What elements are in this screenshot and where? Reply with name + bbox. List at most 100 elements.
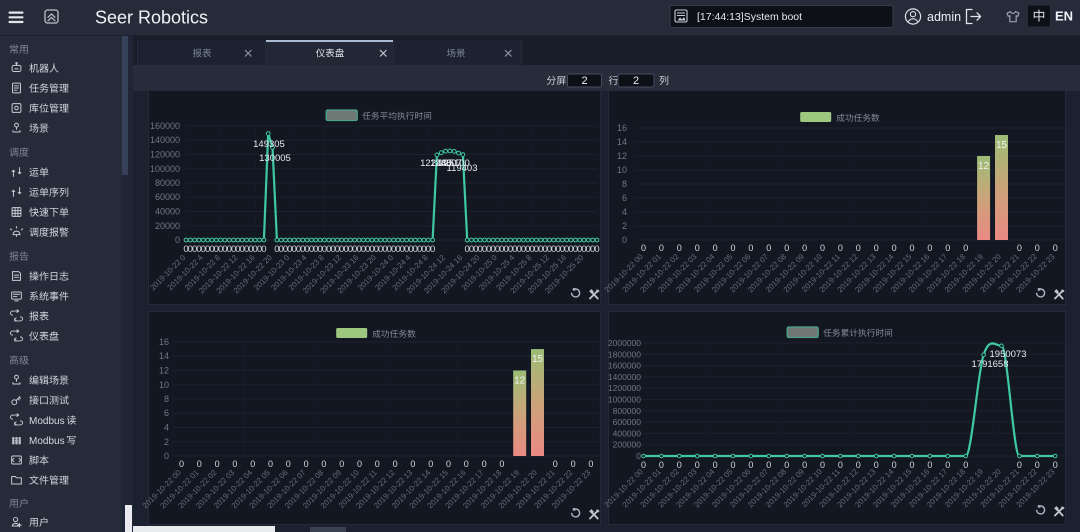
svg-text:0: 0 bbox=[1035, 460, 1040, 470]
svg-text:0: 0 bbox=[321, 459, 326, 469]
svg-text:0: 0 bbox=[802, 460, 807, 470]
svg-text:0: 0 bbox=[856, 460, 861, 470]
svg-text:8: 8 bbox=[164, 394, 169, 404]
svg-text:0: 0 bbox=[215, 459, 220, 469]
svg-text:0: 0 bbox=[856, 243, 861, 253]
svg-text:0: 0 bbox=[695, 243, 700, 253]
svg-text:12: 12 bbox=[617, 151, 627, 161]
svg-text:0: 0 bbox=[339, 459, 344, 469]
svg-text:0: 0 bbox=[571, 459, 576, 469]
svg-text:0: 0 bbox=[874, 460, 879, 470]
svg-text:2: 2 bbox=[581, 75, 587, 87]
svg-text:2000000: 2000000 bbox=[608, 338, 641, 348]
svg-text:Modbus: Modbus bbox=[29, 436, 65, 447]
svg-text:0: 0 bbox=[945, 243, 950, 253]
svg-text:1600000: 1600000 bbox=[608, 361, 641, 371]
svg-text:0: 0 bbox=[748, 460, 753, 470]
svg-text:0: 0 bbox=[730, 243, 735, 253]
svg-text:0: 0 bbox=[1053, 460, 1058, 470]
svg-text:400000: 400000 bbox=[613, 428, 642, 438]
svg-text:130005: 130005 bbox=[259, 153, 291, 164]
svg-text:0: 0 bbox=[357, 459, 362, 469]
svg-text:6: 6 bbox=[164, 408, 169, 418]
svg-text:0: 0 bbox=[820, 460, 825, 470]
svg-text:0: 0 bbox=[464, 459, 469, 469]
svg-text:12: 12 bbox=[514, 376, 526, 387]
svg-text:0: 0 bbox=[594, 244, 599, 255]
svg-text:0: 0 bbox=[802, 243, 807, 253]
svg-text:0: 0 bbox=[677, 460, 682, 470]
svg-text:20000: 20000 bbox=[155, 221, 180, 231]
svg-text:0: 0 bbox=[730, 460, 735, 470]
svg-text:0: 0 bbox=[909, 460, 914, 470]
svg-text:0: 0 bbox=[766, 460, 771, 470]
svg-text:0: 0 bbox=[286, 459, 291, 469]
svg-text:0: 0 bbox=[748, 243, 753, 253]
svg-text:120000: 120000 bbox=[150, 150, 180, 160]
svg-text:0: 0 bbox=[232, 459, 237, 469]
svg-text:16: 16 bbox=[617, 123, 627, 133]
svg-text:admin: admin bbox=[927, 10, 961, 24]
svg-text:0: 0 bbox=[766, 243, 771, 253]
svg-text:12: 12 bbox=[159, 366, 169, 376]
svg-text:0: 0 bbox=[446, 459, 451, 469]
svg-text:0: 0 bbox=[588, 459, 593, 469]
svg-text:1791658: 1791658 bbox=[972, 359, 1009, 370]
svg-text:0: 0 bbox=[892, 460, 897, 470]
svg-text:0: 0 bbox=[197, 459, 202, 469]
svg-text:10: 10 bbox=[159, 380, 169, 390]
svg-text:1200000: 1200000 bbox=[608, 383, 641, 393]
svg-text:1000000: 1000000 bbox=[608, 395, 641, 405]
svg-text:0: 0 bbox=[175, 235, 180, 245]
svg-text:1800000: 1800000 bbox=[608, 349, 641, 359]
svg-text:14: 14 bbox=[617, 137, 627, 147]
svg-text:0: 0 bbox=[304, 459, 309, 469]
svg-text:Seer Robotics: Seer Robotics bbox=[95, 8, 208, 28]
svg-text:0: 0 bbox=[1017, 460, 1022, 470]
svg-text:0: 0 bbox=[927, 243, 932, 253]
svg-text:0: 0 bbox=[713, 243, 718, 253]
svg-text:119403: 119403 bbox=[447, 163, 478, 174]
svg-text:0: 0 bbox=[659, 243, 664, 253]
svg-text:6: 6 bbox=[622, 193, 627, 203]
svg-text:0: 0 bbox=[695, 460, 700, 470]
svg-text:15: 15 bbox=[996, 140, 1008, 151]
svg-text:0: 0 bbox=[838, 460, 843, 470]
svg-text:2: 2 bbox=[633, 75, 639, 87]
svg-text:0: 0 bbox=[261, 244, 266, 255]
svg-text:2: 2 bbox=[164, 437, 169, 447]
svg-text:15: 15 bbox=[532, 354, 544, 365]
svg-text:0: 0 bbox=[909, 243, 914, 253]
svg-text:0: 0 bbox=[963, 460, 968, 470]
svg-text:0: 0 bbox=[250, 459, 255, 469]
svg-text:0: 0 bbox=[838, 243, 843, 253]
svg-text:160000: 160000 bbox=[150, 121, 180, 131]
svg-text:0: 0 bbox=[641, 243, 646, 253]
svg-text:0: 0 bbox=[622, 235, 627, 245]
svg-text:200000: 200000 bbox=[613, 440, 642, 450]
svg-text:0: 0 bbox=[874, 243, 879, 253]
svg-text:1400000: 1400000 bbox=[608, 372, 641, 382]
svg-text:0: 0 bbox=[1035, 243, 1040, 253]
svg-text:0: 0 bbox=[820, 243, 825, 253]
svg-text:0: 0 bbox=[927, 460, 932, 470]
svg-text:12: 12 bbox=[978, 161, 990, 172]
svg-text:2: 2 bbox=[622, 221, 627, 231]
svg-text:0: 0 bbox=[179, 459, 184, 469]
svg-text:0: 0 bbox=[375, 459, 380, 469]
svg-text:0: 0 bbox=[553, 459, 558, 469]
svg-text:EN: EN bbox=[1055, 9, 1073, 24]
svg-text:40000: 40000 bbox=[155, 207, 180, 217]
svg-text:60000: 60000 bbox=[155, 192, 180, 202]
svg-text:0: 0 bbox=[499, 459, 504, 469]
svg-text:14: 14 bbox=[159, 351, 169, 361]
svg-text:0: 0 bbox=[428, 459, 433, 469]
svg-text:140000: 140000 bbox=[150, 135, 180, 145]
svg-text:0: 0 bbox=[892, 243, 897, 253]
svg-text:4: 4 bbox=[622, 207, 627, 217]
svg-text:600000: 600000 bbox=[613, 417, 642, 427]
svg-text:0: 0 bbox=[963, 243, 968, 253]
svg-text:800000: 800000 bbox=[613, 406, 642, 416]
svg-text:0: 0 bbox=[659, 460, 664, 470]
svg-text:16: 16 bbox=[159, 337, 169, 347]
